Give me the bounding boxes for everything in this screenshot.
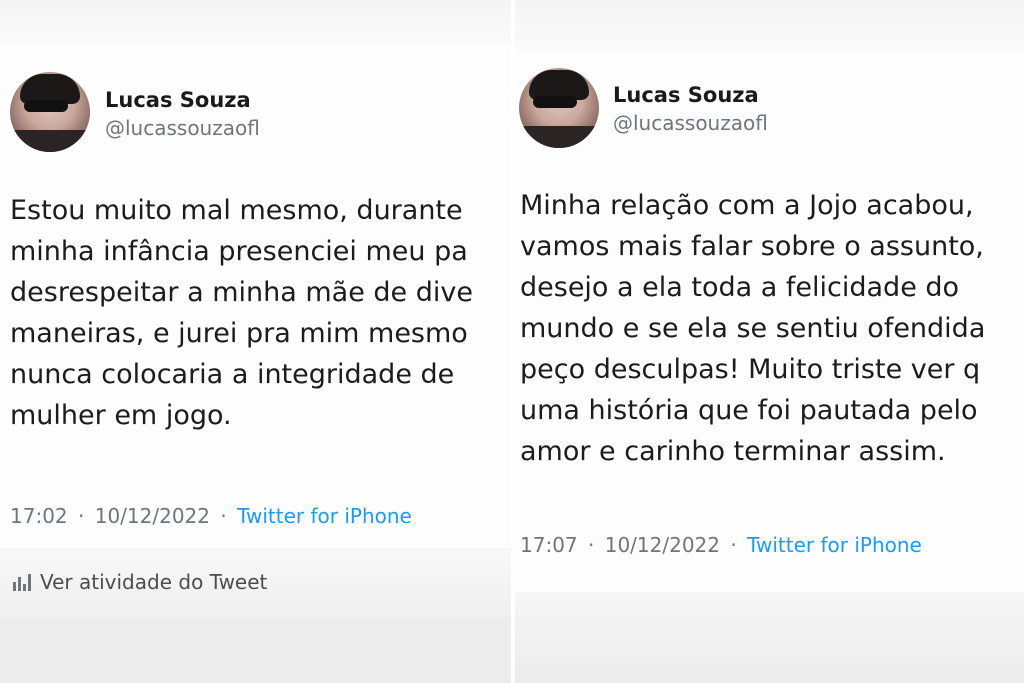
author-handle[interactable]: @lucassouzaofl (105, 116, 260, 140)
tweet-meta: 17:07 · 10/12/2022 · Twitter for iPhone (520, 533, 922, 557)
meta-separator: · (220, 504, 227, 528)
tweet-text-line: vamos mais falar sobre o assunto, (520, 231, 984, 262)
right-tweet-panel: Lucas Souza @lucassouzaofl Minha relação… (515, 0, 1024, 683)
tweet-date[interactable]: 10/12/2022 (95, 504, 210, 528)
tweet-text-line: desejo a ela toda a felicidade do (520, 272, 960, 303)
meta-separator: · (78, 504, 85, 528)
tweet-activity-row[interactable]: Ver atividade do Tweet (0, 548, 511, 618)
author-avatar[interactable] (519, 68, 599, 148)
tweet-time[interactable]: 17:07 (520, 533, 578, 557)
author-name[interactable]: Lucas Souza (105, 88, 251, 112)
tweet-source-link[interactable]: Twitter for iPhone (747, 533, 922, 557)
tweet-activity-link[interactable]: Ver atividade do Tweet (12, 570, 267, 596)
tweet-text-line: uma história que foi pautada pelo (520, 395, 978, 426)
tweet-text-line: minha infância presenciei meu pa (10, 236, 468, 267)
top-bar (0, 0, 511, 44)
tweet-text-line: desrespeitar a minha mãe de dive (10, 277, 473, 308)
tweet-text-line: peço desculpas! Muito triste ver q (520, 354, 981, 385)
tweet-text-line: nunca colocaria a integridade de (10, 359, 455, 390)
tweet-time[interactable]: 17:02 (10, 504, 68, 528)
tweet-text-line: mulher em jogo. (10, 400, 232, 431)
author-name[interactable]: Lucas Souza (613, 83, 759, 107)
tweet-text: Minha relação com a Jojo acabou, vamos m… (520, 185, 985, 472)
author-avatar[interactable] (10, 72, 90, 152)
author-handle[interactable]: @lucassouzaofl (613, 111, 768, 135)
tweet-text-line: Estou muito mal mesmo, durante (10, 195, 463, 226)
tweet-meta: 17:02 · 10/12/2022 · Twitter for iPhone (10, 504, 412, 528)
meta-separator: · (588, 533, 595, 557)
left-tweet-panel: Lucas Souza @lucassouzaofl Estou muito m… (0, 0, 511, 683)
panel-footer (0, 618, 511, 683)
tweet-text-line: maneiras, e jurei pra mim mesmo (10, 318, 468, 349)
top-bar (515, 0, 1024, 52)
tweet-activity-label: Ver atividade do Tweet (40, 570, 268, 594)
stats-icon (12, 572, 32, 596)
tweet-text-line: Minha relação com a Jojo acabou, (520, 190, 974, 221)
tweet-date[interactable]: 10/12/2022 (605, 533, 720, 557)
tweet-text: Estou muito mal mesmo, durante minha inf… (10, 190, 473, 436)
meta-separator: · (730, 533, 737, 557)
tweet-text-line: mundo e se ela se sentiu ofendida (520, 313, 986, 344)
panel-footer (515, 592, 1024, 683)
tweet-source-link[interactable]: Twitter for iPhone (237, 504, 412, 528)
tweet-text-line: amor e carinho terminar assim. (520, 436, 946, 467)
